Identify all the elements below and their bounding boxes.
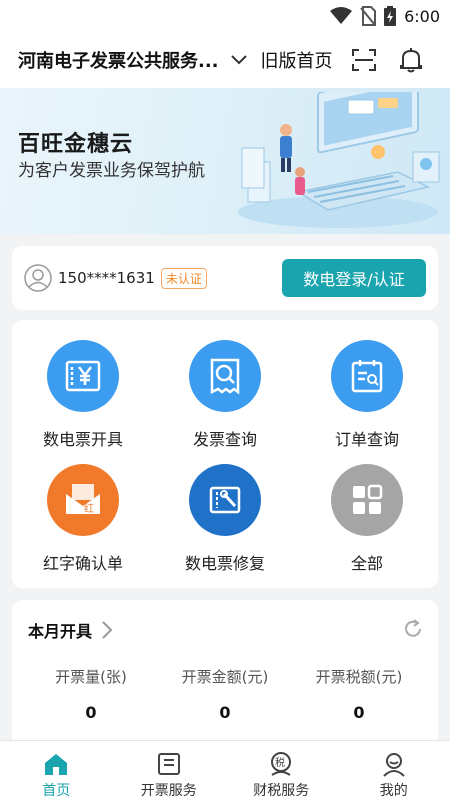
svg-text:红: 红 xyxy=(84,502,94,515)
chevron-down-icon[interactable] xyxy=(230,55,247,65)
promo-banner[interactable]: 百旺金穗云 为客户发票业务保驾护航 xyxy=(0,88,450,234)
tax-service-icon: 税 xyxy=(271,752,292,776)
all-apps-icon xyxy=(331,464,403,536)
grid-item-issue-invoice[interactable]: 数电票开具 xyxy=(12,340,154,450)
user-phone: 150****1631 xyxy=(58,269,155,287)
stat-label: 开票量(张) xyxy=(55,668,127,686)
region-selector[interactable]: 河南电子发票公共服务... xyxy=(18,47,219,73)
order-search-icon xyxy=(331,340,403,412)
invoice-search-icon xyxy=(189,340,261,412)
tab-home[interactable]: 首页 xyxy=(0,741,113,800)
scan-icon[interactable] xyxy=(351,48,377,72)
grid-item-label: 订单查询 xyxy=(334,430,399,449)
battery-icon xyxy=(384,6,397,26)
status-time: 6:00 xyxy=(404,6,440,26)
header: 河南电子发票公共服务... 旧版首页 xyxy=(0,32,450,88)
login-button[interactable]: 数电登录/认证 xyxy=(282,259,426,297)
tab-invoice-service[interactable]: 开票服务 xyxy=(113,741,226,800)
no-sim-icon xyxy=(360,6,377,26)
banner-illustration xyxy=(238,92,440,228)
grid-item-label: 全部 xyxy=(350,554,383,573)
monthly-stats-card: 本月开具 开票量(张) 0 开票金额(元) 0 开票税额(元) 0 xyxy=(12,600,438,740)
monthly-title: 本月开具 xyxy=(28,622,93,641)
grid-item-label: 红字确认单 xyxy=(42,554,123,573)
banner-title: 百旺金穗云 xyxy=(18,132,134,157)
tab-label: 我的 xyxy=(379,783,408,799)
red-letter-icon: 红 xyxy=(47,464,119,536)
status-bar: 6:00 xyxy=(0,0,450,32)
banner-subtitle: 为客户发票业务保驾护航 xyxy=(18,161,205,181)
tab-profile[interactable]: 我的 xyxy=(338,741,450,800)
grid-item-label: 数电票开具 xyxy=(42,430,123,449)
old-version-link[interactable]: 旧版首页 xyxy=(261,47,333,73)
profile-icon xyxy=(383,753,405,777)
tab-label: 财税服务 xyxy=(253,783,310,799)
repair-icon xyxy=(189,464,261,536)
bottom-tab-bar: 首页 开票服务 税 财税服务 我的 xyxy=(0,740,450,800)
grid-item-repair[interactable]: 数电票修复 xyxy=(154,464,296,574)
invoice-service-icon xyxy=(157,753,180,775)
status-badge: 未认证 xyxy=(160,267,207,289)
svg-text:税: 税 xyxy=(275,756,285,769)
invoice-yuan-icon xyxy=(47,340,119,412)
grid-item-label: 数电票修复 xyxy=(184,554,265,573)
chevron-right-icon[interactable] xyxy=(98,620,116,640)
wifi-icon xyxy=(330,7,353,24)
grid-item-red-letter[interactable]: 红 红字确认单 xyxy=(12,464,154,574)
grid-item-invoice-query[interactable]: 发票查询 xyxy=(154,340,296,450)
avatar-icon xyxy=(24,264,52,292)
stat-invoice-count: 开票量(张) 0 xyxy=(20,666,162,722)
bell-icon[interactable] xyxy=(399,47,423,73)
tab-tax-service[interactable]: 税 财税服务 xyxy=(225,741,338,800)
grid-item-label: 发票查询 xyxy=(192,430,257,449)
home-icon xyxy=(45,754,68,775)
monthly-header[interactable]: 本月开具 xyxy=(28,618,116,642)
stat-invoice-amount: 开票金额(元) 0 xyxy=(154,666,296,722)
tab-label: 首页 xyxy=(42,783,71,799)
function-grid: 数电票开具 发票查询 订单查询 红 红字确认单 数电票修复 全部 xyxy=(12,320,438,588)
stat-value: 0 xyxy=(85,703,97,722)
stat-value: 0 xyxy=(353,703,365,722)
refresh-icon[interactable] xyxy=(402,618,424,640)
stat-invoice-tax: 开票税额(元) 0 xyxy=(288,666,430,722)
stat-label: 开票金额(元) xyxy=(181,668,269,686)
stat-value: 0 xyxy=(219,703,231,722)
grid-item-all[interactable]: 全部 xyxy=(296,464,438,574)
tab-label: 开票服务 xyxy=(140,783,197,799)
user-card: 150****1631 未认证 数电登录/认证 xyxy=(12,246,438,310)
stat-label: 开票税额(元) xyxy=(315,668,403,686)
grid-item-order-query[interactable]: 订单查询 xyxy=(296,340,438,450)
